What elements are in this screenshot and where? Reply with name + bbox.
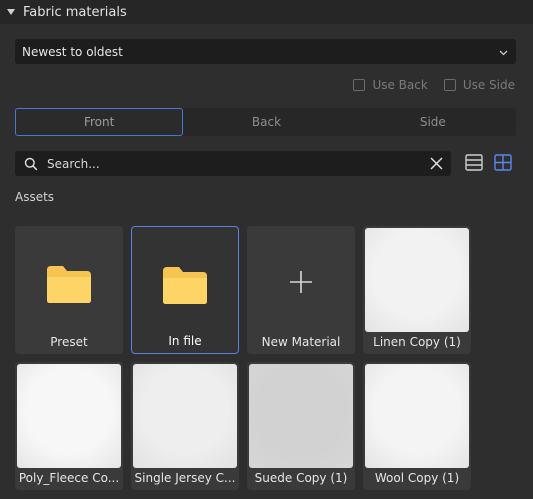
panel-title: Fabric materials [23, 4, 127, 20]
options-row: Use Back Use Side [353, 78, 515, 92]
tab-back[interactable]: Back [183, 108, 349, 136]
search-bar [15, 151, 451, 176]
folder-icon [15, 226, 123, 336]
search-input[interactable] [47, 156, 430, 171]
material-card[interactable]: Wool Copy (1) [363, 362, 471, 490]
asset-label: Linen Copy (1) [373, 335, 461, 349]
asset-label: Suede Copy (1) [254, 471, 348, 485]
collapse-caret-icon[interactable] [6, 7, 16, 17]
asset-label: Poly_Fleece Co... [18, 471, 120, 485]
material-card[interactable]: Poly_Fleece Co... [15, 362, 123, 490]
tab-side[interactable]: Side [350, 108, 516, 136]
material-swatch [365, 228, 469, 332]
tab-front[interactable]: Front [15, 108, 184, 136]
new-material-card[interactable]: New Material [247, 226, 355, 354]
asset-label: Single Jersey C... [134, 471, 236, 485]
use-side-label: Use Side [462, 78, 515, 92]
asset-label: In file [168, 334, 202, 348]
material-card[interactable]: Single Jersey C... [131, 362, 239, 490]
material-swatch [365, 364, 469, 468]
use-side-checkbox[interactable] [443, 79, 456, 91]
assets-heading: Assets [15, 190, 55, 204]
folder-card[interactable]: Preset [15, 226, 123, 354]
plus-icon [247, 226, 355, 334]
asset-label: Wool Copy (1) [374, 471, 460, 485]
use-side-option[interactable]: Use Side [443, 78, 515, 92]
sort-selected-value: Newest to oldest [22, 44, 123, 59]
material-card[interactable]: Suede Copy (1) [247, 362, 355, 490]
material-swatch [17, 364, 121, 468]
use-back-checkbox[interactable] [353, 79, 366, 91]
grid-view-icon[interactable] [494, 154, 512, 175]
asset-label: Preset [50, 335, 88, 349]
list-view-icon[interactable] [465, 154, 483, 175]
side-tabs: Front Back Side [15, 108, 516, 136]
material-swatch [249, 364, 353, 468]
use-back-label: Use Back [372, 78, 428, 92]
folder-icon [132, 227, 238, 337]
folder-card[interactable]: In file [131, 226, 239, 354]
clear-search-icon[interactable] [430, 157, 443, 170]
asset-label: New Material [261, 335, 341, 349]
search-icon [24, 157, 38, 171]
chevron-down-icon [499, 45, 508, 59]
material-card[interactable]: Linen Copy (1) [363, 226, 471, 354]
panel-header[interactable]: Fabric materials [0, 0, 533, 24]
sort-dropdown[interactable]: Newest to oldest [15, 39, 516, 64]
material-swatch [133, 364, 237, 468]
use-back-option[interactable]: Use Back [353, 78, 428, 92]
